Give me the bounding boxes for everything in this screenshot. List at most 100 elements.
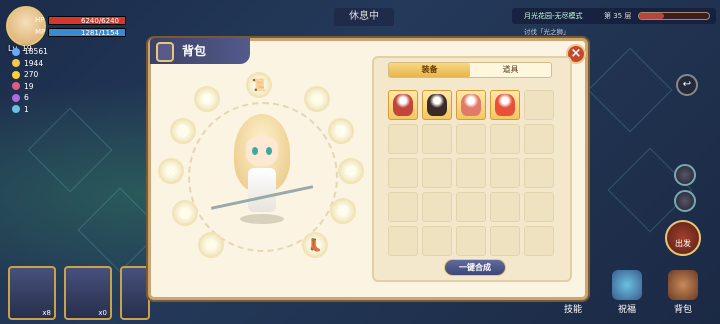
inventory-slot-empty[interactable] bbox=[388, 158, 418, 188]
sword-icon bbox=[12, 47, 20, 56]
ring-icon[interactable]: ◎ bbox=[172, 200, 198, 226]
gem-icon bbox=[12, 70, 20, 79]
inventory-item[interactable] bbox=[388, 90, 418, 120]
inventory-slot-empty[interactable] bbox=[490, 226, 520, 256]
penguin-warrior-icon bbox=[427, 94, 447, 116]
stage-progress-fill bbox=[639, 13, 664, 19]
slot-count: x8 bbox=[42, 309, 51, 317]
blessing-button[interactable]: 祝福 bbox=[610, 270, 644, 315]
inventory-slot-empty[interactable] bbox=[422, 192, 452, 222]
hero-eye bbox=[266, 147, 272, 155]
hero-face bbox=[246, 136, 278, 166]
depart-button[interactable]: 出发 bbox=[665, 220, 701, 256]
one-click-merge-button[interactable]: 一键合成 bbox=[444, 259, 506, 276]
stat-value: 6 bbox=[24, 93, 29, 102]
boots-icon[interactable]: 👢 bbox=[302, 232, 328, 258]
inventory-slot-empty[interactable] bbox=[388, 124, 418, 154]
stage-info[interactable]: 月光花园-无尽模式 第 35 层 bbox=[512, 8, 716, 24]
stat-value: 1 bbox=[24, 104, 29, 114]
inventory-slot-empty[interactable] bbox=[490, 158, 520, 188]
inventory-slot-empty[interactable] bbox=[524, 226, 554, 256]
inventory-slot-empty[interactable] bbox=[524, 90, 554, 120]
inventory-slot-empty[interactable] bbox=[422, 226, 452, 256]
fast-forward-icon[interactable] bbox=[674, 190, 696, 212]
stage-floor: 第 35 层 bbox=[604, 12, 632, 20]
inventory-item[interactable] bbox=[490, 90, 520, 120]
key-icon bbox=[12, 105, 20, 114]
mp-label: MP bbox=[35, 28, 46, 36]
inventory-slot-empty[interactable] bbox=[388, 192, 418, 222]
blessing-label: 祝福 bbox=[617, 305, 636, 315]
hp-value: 6240/6240 bbox=[81, 17, 119, 25]
stat-gems: 270 bbox=[12, 69, 48, 81]
tab-items[interactable]: 道具 bbox=[470, 63, 551, 77]
stat-coins: 1944 bbox=[12, 58, 48, 70]
player-stats: 18561 1944 270 19 6 1 bbox=[12, 46, 48, 115]
stat-keys: 1 bbox=[12, 104, 48, 116]
shield-icon[interactable]: ⛨ bbox=[330, 198, 356, 224]
penguin-mage-icon bbox=[461, 94, 481, 116]
inventory-slot-empty[interactable] bbox=[388, 226, 418, 256]
stat-value: 19 bbox=[24, 81, 34, 91]
stat-value: 18561 bbox=[24, 47, 48, 56]
hp-label: HP bbox=[35, 16, 45, 24]
inventory-slot-empty[interactable] bbox=[524, 158, 554, 188]
inventory-slot-empty[interactable] bbox=[524, 124, 554, 154]
accessory-icon[interactable]: ⚙ bbox=[338, 158, 364, 184]
slot-count: x0 bbox=[98, 309, 107, 317]
pendant-icon[interactable]: ❦ bbox=[194, 86, 220, 112]
quest-text[interactable]: 讨伐「光之狮」 bbox=[512, 26, 602, 38]
bag-label: 背包 bbox=[673, 305, 692, 315]
sword-icon[interactable]: ⚔ bbox=[158, 158, 184, 184]
hero-body bbox=[248, 168, 276, 212]
stat-value: 1944 bbox=[24, 58, 44, 68]
inventory-item[interactable] bbox=[422, 90, 452, 120]
scroll-icon[interactable]: 📜 bbox=[246, 72, 272, 98]
hero-shadow bbox=[240, 214, 284, 224]
hp-bar: HP 6240/6240 bbox=[35, 16, 126, 25]
blessing-icon bbox=[612, 270, 642, 300]
spear-icon[interactable]: ⟋ bbox=[198, 232, 224, 258]
auto-battle-icon[interactable] bbox=[674, 164, 696, 186]
skills-label: 技能 bbox=[563, 305, 582, 315]
inventory-slot-empty[interactable] bbox=[456, 124, 486, 154]
penguin-knight-icon bbox=[393, 94, 413, 116]
inventory-item[interactable] bbox=[456, 90, 486, 120]
inventory-slot-empty[interactable] bbox=[490, 192, 520, 222]
inventory-slot-empty[interactable] bbox=[456, 226, 486, 256]
crystal-icon bbox=[12, 93, 20, 102]
inventory-slot-empty[interactable] bbox=[422, 158, 452, 188]
armor-icon[interactable]: 🛡 bbox=[328, 118, 354, 144]
stat-value: 270 bbox=[24, 70, 39, 79]
stat-crystals: 6 bbox=[12, 92, 48, 104]
potion-icon bbox=[12, 82, 20, 91]
helmet-icon[interactable]: ⛑ bbox=[170, 118, 196, 144]
stat-attack: 18561 bbox=[12, 46, 48, 58]
inventory-slot-empty[interactable] bbox=[456, 158, 486, 188]
inventory-slot-empty[interactable] bbox=[422, 124, 452, 154]
building-slot[interactable] bbox=[120, 266, 150, 320]
stage-progress bbox=[638, 12, 710, 20]
stat-potions: 19 bbox=[12, 81, 48, 93]
hero-character bbox=[210, 114, 314, 224]
hammer-slot[interactable]: x8 bbox=[8, 266, 56, 320]
inventory-grid bbox=[388, 90, 556, 256]
bag-icon bbox=[668, 270, 698, 300]
whip-icon[interactable]: 〰 bbox=[304, 86, 330, 112]
mp-bar: MP 1281/1154 bbox=[35, 28, 126, 37]
inventory-slot-empty[interactable] bbox=[490, 124, 520, 154]
mp-value: 1281/1154 bbox=[81, 29, 119, 37]
penguin-archer-icon bbox=[495, 94, 515, 116]
inventory-slot-empty[interactable] bbox=[456, 192, 486, 222]
tab-equipment[interactable]: 装备 bbox=[389, 63, 470, 77]
bag-button[interactable]: 背包 bbox=[666, 270, 700, 315]
backpack-icon bbox=[156, 42, 174, 62]
back-arrow-icon[interactable]: ↩ bbox=[676, 74, 698, 96]
character-equipment: 📜 〰 🛡 ⚙ ⛨ 👢 ⟋ ◎ ⚔ ⛑ ❦ bbox=[158, 72, 368, 282]
inventory-tabs: 装备 道具 bbox=[388, 62, 552, 78]
player-avatar[interactable] bbox=[6, 6, 46, 46]
forge-slot[interactable]: x0 bbox=[64, 266, 112, 320]
coin-icon bbox=[12, 59, 20, 68]
inventory-slot-empty[interactable] bbox=[524, 192, 554, 222]
rest-status: 休息中 bbox=[334, 8, 394, 26]
